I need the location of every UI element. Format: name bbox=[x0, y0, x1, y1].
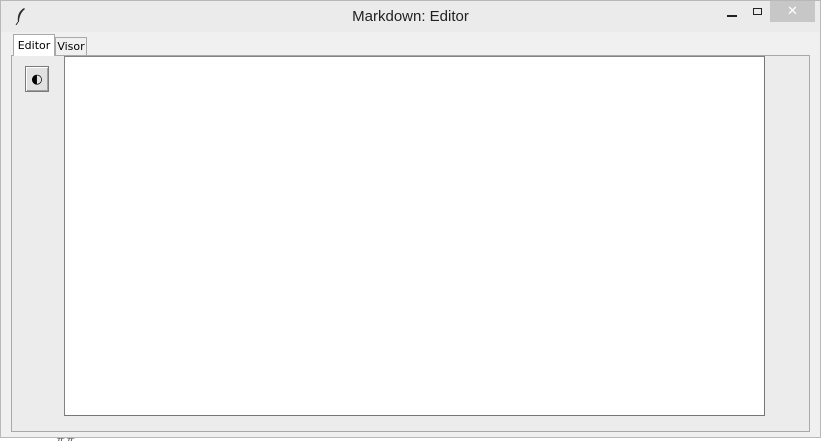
markdown-text-area[interactable] bbox=[64, 56, 765, 416]
title-bar[interactable]: Markdown: Editor ✕ bbox=[1, 1, 820, 32]
tab-editor[interactable]: Editor bbox=[13, 34, 55, 56]
contrast-icon: ◐ bbox=[31, 71, 43, 87]
window-title: Markdown: Editor bbox=[352, 8, 469, 25]
client-area: Editor Visor ◐ bbox=[9, 32, 812, 433]
maximize-button[interactable] bbox=[745, 1, 770, 22]
close-button[interactable]: ✕ bbox=[770, 1, 815, 22]
markdown-editor-window: Markdown: Editor ✕ Editor Visor ◐ bbox=[0, 0, 821, 438]
editor-tab-panel: ◐ bbox=[11, 55, 810, 432]
minimize-button[interactable] bbox=[719, 1, 745, 22]
minimize-icon bbox=[727, 14, 737, 17]
theme-toggle-button[interactable]: ◐ bbox=[25, 66, 49, 92]
tab-visor[interactable]: Visor bbox=[55, 37, 87, 56]
close-icon: ✕ bbox=[787, 4, 798, 19]
maximize-icon bbox=[753, 8, 762, 15]
